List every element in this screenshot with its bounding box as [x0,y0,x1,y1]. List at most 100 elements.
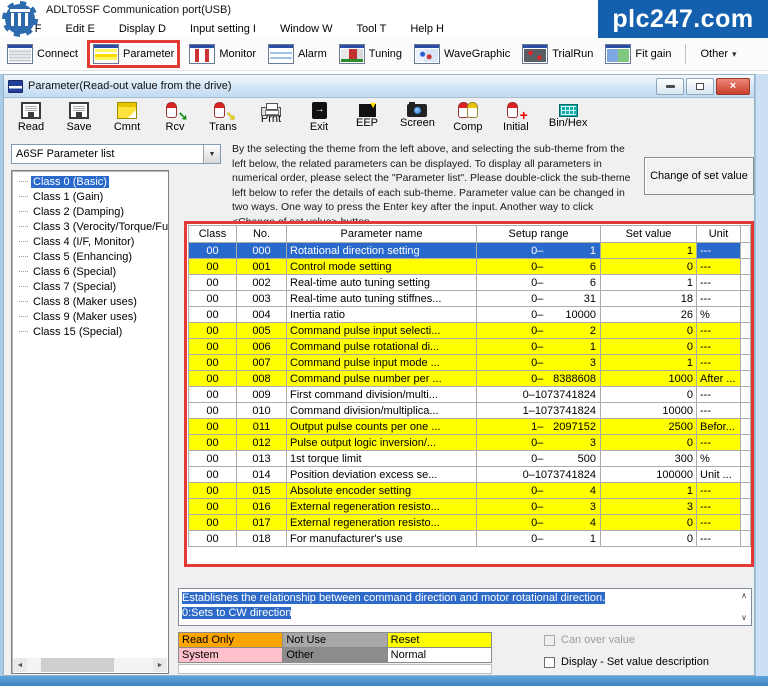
cell-no[interactable]: 016 [236,498,287,515]
tree-item-class-0-basic[interactable]: Class 0 (Basic) [15,174,168,189]
cell-class[interactable]: 00 [188,450,237,467]
cell-setup-range[interactable]: 0– 2 [476,322,601,339]
cell-parameter-name[interactable]: For manufacturer's use [286,530,477,547]
cell-set-value[interactable]: 0 [600,322,697,339]
cell-set-value[interactable]: 2500 [600,418,697,435]
eep-button[interactable]: EEP [352,100,382,129]
cell-class[interactable]: 00 [188,498,237,515]
cell-class[interactable]: 00 [188,466,237,483]
table-row[interactable]: 00 006 Command pulse rotational di... 0– 1 0-… [188,338,751,355]
cell-parameter-name[interactable]: First command division/multi... [286,386,477,403]
cell-set-value[interactable]: 1 [600,354,697,371]
cell-no[interactable]: 004 [236,306,287,323]
table-row[interactable]: 00 001 Control mode setting 0– 6 0 --- [188,258,751,275]
cell-setup-range[interactable]: 0– 3 [476,354,601,371]
cell-set-value[interactable]: 26 [600,306,697,323]
tree-item-class-9-maker-uses[interactable]: Class 9 (Maker uses) [15,309,168,324]
tree-item-class-15-special[interactable]: Class 15 (Special) [15,324,168,339]
prnt-button[interactable]: Prnt [256,102,286,125]
other-button[interactable]: Other ▾ [697,47,739,61]
table-row[interactable]: 00 012 Pulse output logic inversion/... 0– 3… [188,434,751,451]
cell-no[interactable]: 010 [236,402,287,419]
tree-horizontal-scrollbar[interactable]: ◄ ► [13,658,167,672]
menu-item-help-h[interactable]: Help H [410,23,444,35]
table-row[interactable]: 00 013 1st torque limit 0– 500 300% [188,450,751,467]
table-row[interactable]: 00 002 Real-time auto tuning setting 0– 6 1 --… [188,274,751,291]
monitor-button[interactable]: Monitor [186,43,259,65]
cell-setup-range[interactable]: 0– 3 [476,498,601,515]
cell-unit[interactable]: --- [696,482,741,499]
table-row[interactable]: 00 017 External regeneration resisto... 0– 4… [188,514,751,531]
cell-set-value[interactable]: 3 [600,498,697,515]
cell-unit[interactable]: % [696,450,741,467]
cell-parameter-name[interactable]: 1st torque limit [286,450,477,467]
table-row[interactable]: 00 000 Rotational direction setting 0– 1 1 --- [188,242,751,259]
cell-setup-range[interactable]: 0– 1073741824 [476,386,601,403]
cell-unit[interactable]: Befor... [696,418,741,435]
cell-no[interactable]: 005 [236,322,287,339]
tree-item-class-4-i-f-monitor[interactable]: Class 4 (I/F, Monitor) [15,234,168,249]
cell-no[interactable]: 003 [236,290,287,307]
connect-button[interactable]: Connect [4,43,81,65]
cell-setup-range[interactable]: 0– 1 [476,338,601,355]
cell-no[interactable]: 014 [236,466,287,483]
cell-class[interactable]: 00 [188,338,237,355]
tuning-button[interactable]: Tuning [336,43,405,65]
cell-parameter-name[interactable]: Command division/multiplica... [286,402,477,419]
tree-item-class-7-special[interactable]: Class 7 (Special) [15,279,168,294]
cell-setup-range[interactable]: 0– 1 [476,242,601,259]
cell-class[interactable]: 00 [188,354,237,371]
minimize-button[interactable] [656,77,684,95]
cell-setup-range[interactable]: 0– 6 [476,274,601,291]
table-row[interactable]: 00 018 For manufacturer's use 0– 1 0 --- [188,530,751,547]
cell-set-value[interactable]: 18 [600,290,697,307]
tree-scroll-track[interactable] [27,658,153,672]
cell-class[interactable]: 00 [188,386,237,403]
scroll-left-arrow-icon[interactable]: ◄ [13,658,27,672]
cell-set-value[interactable]: 1 [600,482,697,499]
cell-unit[interactable]: --- [696,258,741,275]
tree-item-class-2-damping[interactable]: Class 2 (Damping) [15,204,168,219]
cell-setup-range[interactable]: 0– 8388608 [476,370,601,387]
cell-unit[interactable]: --- [696,354,741,371]
save-button[interactable]: Save [64,102,94,133]
cell-parameter-name[interactable]: Command pulse input mode ... [286,354,477,371]
cell-setup-range[interactable]: 0– 6 [476,258,601,275]
cell-class[interactable]: 00 [188,322,237,339]
comp-button[interactable]: Comp [453,102,483,133]
cell-parameter-name[interactable]: Command pulse input selecti... [286,322,477,339]
cell-parameter-name[interactable]: Output pulse counts per one ... [286,418,477,435]
tree-item-class-6-special[interactable]: Class 6 (Special) [15,264,168,279]
cell-class[interactable]: 00 [188,530,237,547]
menu-item-input-setting-i[interactable]: Input setting I [190,23,256,35]
table-row[interactable]: 00 009 First command division/multi... 0– 10… [188,386,751,403]
cell-set-value[interactable]: 0 [600,258,697,275]
cell-set-value[interactable]: 1 [600,274,697,291]
table-row[interactable]: 00 014 Position deviation excess se... 0– 10… [188,466,751,483]
cell-no[interactable]: 012 [236,434,287,451]
checkbox-box-icon[interactable] [544,656,555,668]
parameter-list-dropdown[interactable]: A6SF Parameter list ▼ [11,144,221,164]
menu-item-edit-e[interactable]: Edit E [66,23,95,35]
cell-unit[interactable]: % [696,306,741,323]
cell-no[interactable]: 006 [236,338,287,355]
cell-class[interactable]: 00 [188,242,237,259]
cell-class[interactable]: 00 [188,306,237,323]
table-row[interactable]: 00 007 Command pulse input mode ... 0– 3 1 --- [188,354,751,371]
change-of-set-value-button[interactable]: Change of set value [644,157,754,195]
cell-set-value[interactable]: 300 [600,450,697,467]
cmnt-button[interactable]: Cmnt [112,102,142,133]
table-row[interactable]: 00 015 Absolute encoder setting 0– 4 1 --- [188,482,751,499]
screen-button[interactable]: Screen [400,102,435,129]
cell-no[interactable]: 000 [236,242,287,259]
table-row[interactable]: 00 016 External regeneration resisto... 0– 3… [188,498,751,515]
cell-parameter-name[interactable]: External regeneration resisto... [286,498,477,515]
cell-parameter-name[interactable]: Inertia ratio [286,306,477,323]
cell-no[interactable]: 018 [236,530,287,547]
cell-no[interactable]: 013 [236,450,287,467]
cell-setup-range[interactable]: 1– 2097152 [476,418,601,435]
bin-hex-button[interactable]: Bin/Hex [549,102,587,129]
cell-parameter-name[interactable]: Command pulse rotational di... [286,338,477,355]
cell-class[interactable]: 00 [188,434,237,451]
cell-class[interactable]: 00 [188,274,237,291]
